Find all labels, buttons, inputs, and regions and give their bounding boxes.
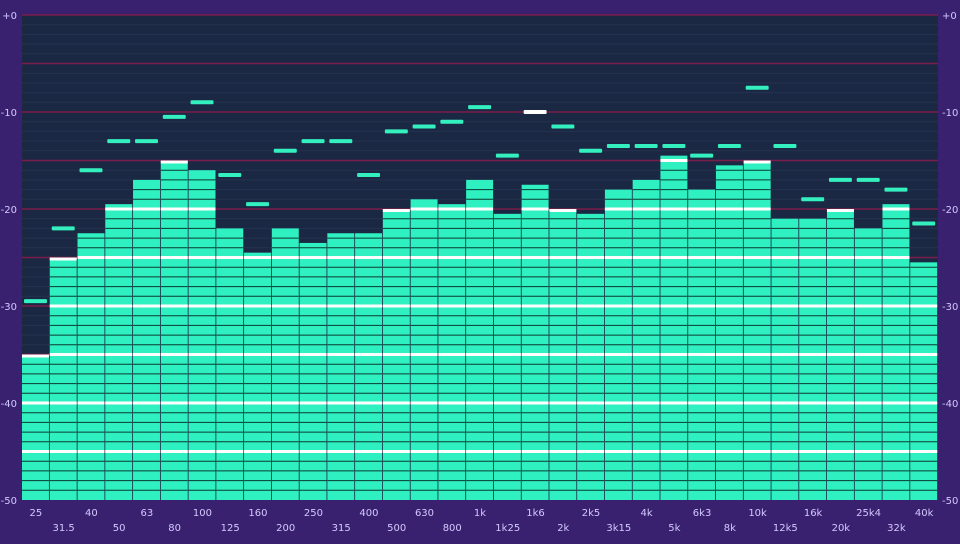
- level-bar-400: [355, 233, 383, 500]
- x-tick-label: 10k: [748, 508, 767, 519]
- level-bar-40: [77, 233, 105, 500]
- y-tick-label-right: -30: [942, 302, 958, 313]
- peak-marker-160: [246, 202, 270, 207]
- y-tick-label-left: -50: [1, 496, 17, 507]
- peak-marker-500: [384, 129, 408, 134]
- peak-marker-40k: [912, 221, 936, 226]
- level-bar-80: [160, 160, 188, 500]
- level-bar-16k: [799, 218, 827, 500]
- peak-marker-20k: [828, 177, 852, 182]
- y-tick-label-right: +0: [942, 11, 957, 22]
- peak-marker-1k: [468, 105, 492, 110]
- x-tick-label: 315: [332, 523, 351, 534]
- x-tick-label: 500: [387, 523, 406, 534]
- x-tick-label: 31.5: [53, 523, 75, 534]
- x-tick-label: 1k25: [495, 523, 520, 534]
- peak-marker-32k: [884, 187, 908, 192]
- level-bar-31.5: [49, 257, 77, 500]
- peak-marker-10k: [745, 85, 769, 90]
- x-tick-label: 2k5: [582, 508, 601, 519]
- y-tick-label-right: -50: [942, 496, 958, 507]
- peak-marker-315: [329, 139, 353, 144]
- x-tick-label: 12k5: [773, 523, 798, 534]
- level-bar-10k: [743, 160, 771, 500]
- x-tick-label: 2k: [557, 523, 569, 534]
- x-tick-label: 400: [359, 508, 378, 519]
- peak-marker-125: [218, 173, 242, 178]
- y-tick-label-left: +0: [2, 11, 17, 22]
- y-tick-label-left: -40: [1, 399, 17, 410]
- x-tick-label: 40k: [915, 508, 934, 519]
- x-tick-label: 40: [85, 508, 98, 519]
- x-tick-label: 6k3: [693, 508, 712, 519]
- peak-marker-63: [135, 139, 158, 144]
- x-tick-label: 8k: [724, 523, 736, 534]
- spectrum-analyzer: +0 -10 -20 -30 -40 -50 +0 -10 -20 -30 -40 -50 25 31…: [0, 0, 960, 540]
- y-tick-label-left: -20: [1, 205, 17, 216]
- y-tick-label-right: -10: [942, 108, 958, 119]
- x-tick-label: 25: [30, 508, 43, 519]
- peak-marker-3k15: [606, 143, 630, 148]
- x-tick-label: 250: [304, 508, 323, 519]
- peak-marker-4k: [634, 143, 658, 148]
- level-bar-12k5: [771, 218, 799, 500]
- x-tick-label: 25k4: [856, 508, 881, 519]
- x-tick-label: 5k: [668, 523, 680, 534]
- peak-marker-6k3: [690, 153, 714, 158]
- x-tick-label: 630: [415, 508, 434, 519]
- x-tick-label: 100: [193, 508, 212, 519]
- level-bar-8k: [715, 165, 743, 500]
- level-bar-32k: [882, 204, 910, 500]
- x-tick-label: 63: [141, 508, 154, 519]
- spectrum-chart: +0 -10 -20 -30 -40 -50 +0 -10 -20 -30 -40 -50 25 31…: [0, 0, 960, 540]
- peak-marker-80: [162, 114, 186, 119]
- peak-marker-400: [357, 173, 381, 178]
- peak-marker-100: [190, 100, 214, 105]
- peak-marker-40: [79, 168, 103, 173]
- x-tick-label: 1k6: [526, 508, 545, 519]
- x-tick-label: 80: [168, 523, 181, 534]
- peak-marker-8k: [717, 143, 741, 148]
- x-tick-label: 800: [443, 523, 462, 534]
- peak-marker-50: [107, 139, 131, 144]
- peak-marker-2k5: [579, 148, 603, 153]
- peak-marker-1k25: [495, 153, 519, 158]
- level-bar-5k: [660, 155, 688, 500]
- peak-marker-16k: [801, 197, 825, 202]
- x-tick-label: 50: [113, 523, 126, 534]
- level-bar-160: [244, 252, 272, 500]
- y-tick-label-right: -40: [942, 399, 958, 410]
- x-tick-label: 16k: [804, 508, 823, 519]
- x-tick-label: 125: [221, 523, 240, 534]
- peak-marker-800: [440, 119, 464, 124]
- level-bar-40k: [910, 262, 938, 500]
- level-bar-800: [438, 204, 466, 500]
- level-bar-50: [105, 204, 133, 500]
- y-tick-label-right: -20: [942, 205, 958, 216]
- y-tick-label-left: -30: [1, 302, 17, 313]
- x-tick-label: 160: [248, 508, 267, 519]
- x-tick-label: 200: [276, 523, 295, 534]
- peak-marker-25k4: [856, 177, 880, 182]
- peak-marker-25: [24, 299, 47, 304]
- level-bar-630: [410, 199, 438, 501]
- x-tick-label: 4k: [640, 508, 652, 519]
- peak-marker-31.5: [51, 226, 75, 231]
- y-tick-label-left: -10: [1, 108, 17, 119]
- level-bar-25: [22, 354, 49, 500]
- x-tick-label: 32k: [887, 523, 906, 534]
- peak-marker-250: [301, 139, 325, 144]
- x-tick-label: 20k: [832, 523, 851, 534]
- x-tick-label: 1k: [474, 508, 486, 519]
- peak-marker-1k6: [523, 110, 547, 114]
- peak-marker-5k: [662, 143, 686, 148]
- level-bar-315: [327, 233, 355, 500]
- peak-marker-2k: [551, 124, 575, 129]
- peak-marker-12k5: [773, 143, 797, 148]
- peak-marker-200: [273, 148, 297, 153]
- peak-marker-630: [412, 124, 436, 129]
- x-tick-label: 3k15: [606, 523, 631, 534]
